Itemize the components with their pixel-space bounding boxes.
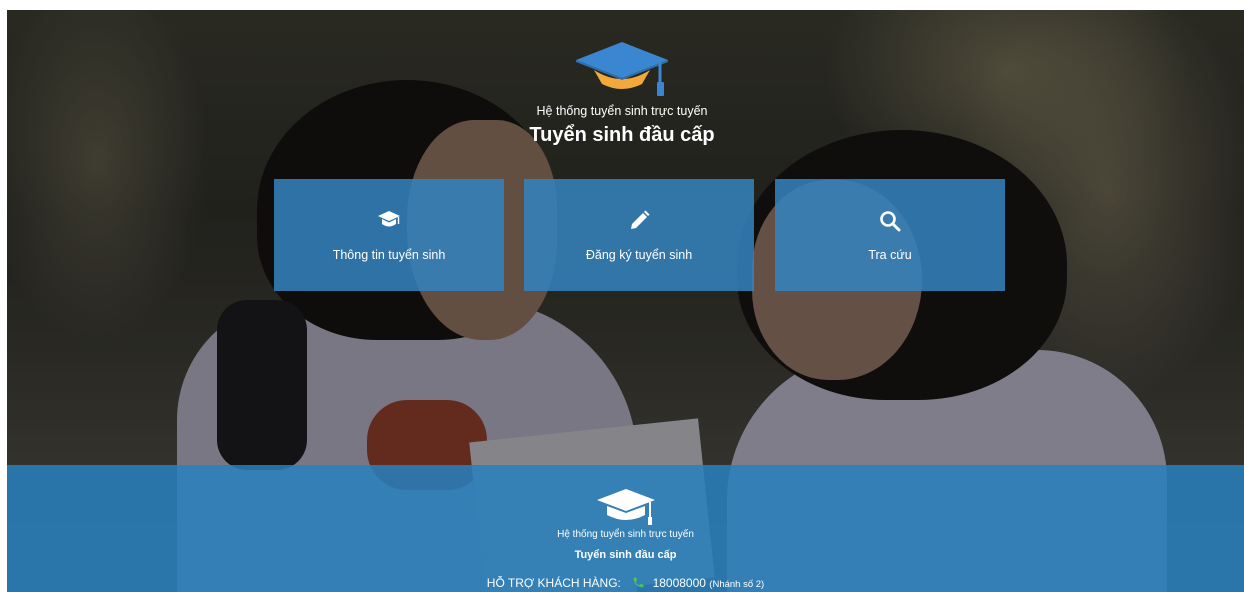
site-title: Tuyển sinh đầu cấp xyxy=(529,124,715,146)
support-branch: (Nhánh số 2) xyxy=(709,579,765,590)
customer-support: HỖ TRỢ KHÁCH HÀNG: 18008000 (Nhánh số 2) xyxy=(7,576,1244,592)
graduation-cap-icon xyxy=(7,487,1244,527)
tile-label: Tra cứu xyxy=(868,248,912,262)
support-phone-number[interactable]: 18008000 xyxy=(653,576,706,590)
footer-subtitle: Hệ thống tuyển sinh trực tuyến xyxy=(557,529,694,540)
graduation-cap-icon xyxy=(0,40,1244,100)
tile-label: Đăng ký tuyển sinh xyxy=(585,248,693,262)
tile-label: Thông tin tuyển sinh xyxy=(332,248,446,262)
tile-admission-info[interactable]: Thông tin tuyển sinh xyxy=(274,179,504,291)
phone-icon xyxy=(632,576,645,592)
footer: Hệ thống tuyển sinh trực tuyến Tuyển sin… xyxy=(7,465,1244,592)
site-subtitle: Hệ thống tuyển sinh trực tuyến xyxy=(536,104,708,118)
tile-lookup[interactable]: Tra cứu xyxy=(775,179,1005,291)
pencil-icon xyxy=(524,209,754,235)
footer-title: Tuyển sinh đầu cấp xyxy=(574,549,677,561)
site-brand: Hệ thống tuyển sinh trực tuyến Tuyển sin… xyxy=(0,40,1244,147)
graduation-cap-icon xyxy=(274,209,504,235)
search-icon xyxy=(775,209,1005,235)
tile-register[interactable]: Đăng ký tuyển sinh xyxy=(524,179,754,291)
page: Hệ thống tuyển sinh trực tuyến Tuyển sin… xyxy=(0,0,1244,592)
support-label: HỖ TRỢ KHÁCH HÀNG: xyxy=(486,576,621,590)
